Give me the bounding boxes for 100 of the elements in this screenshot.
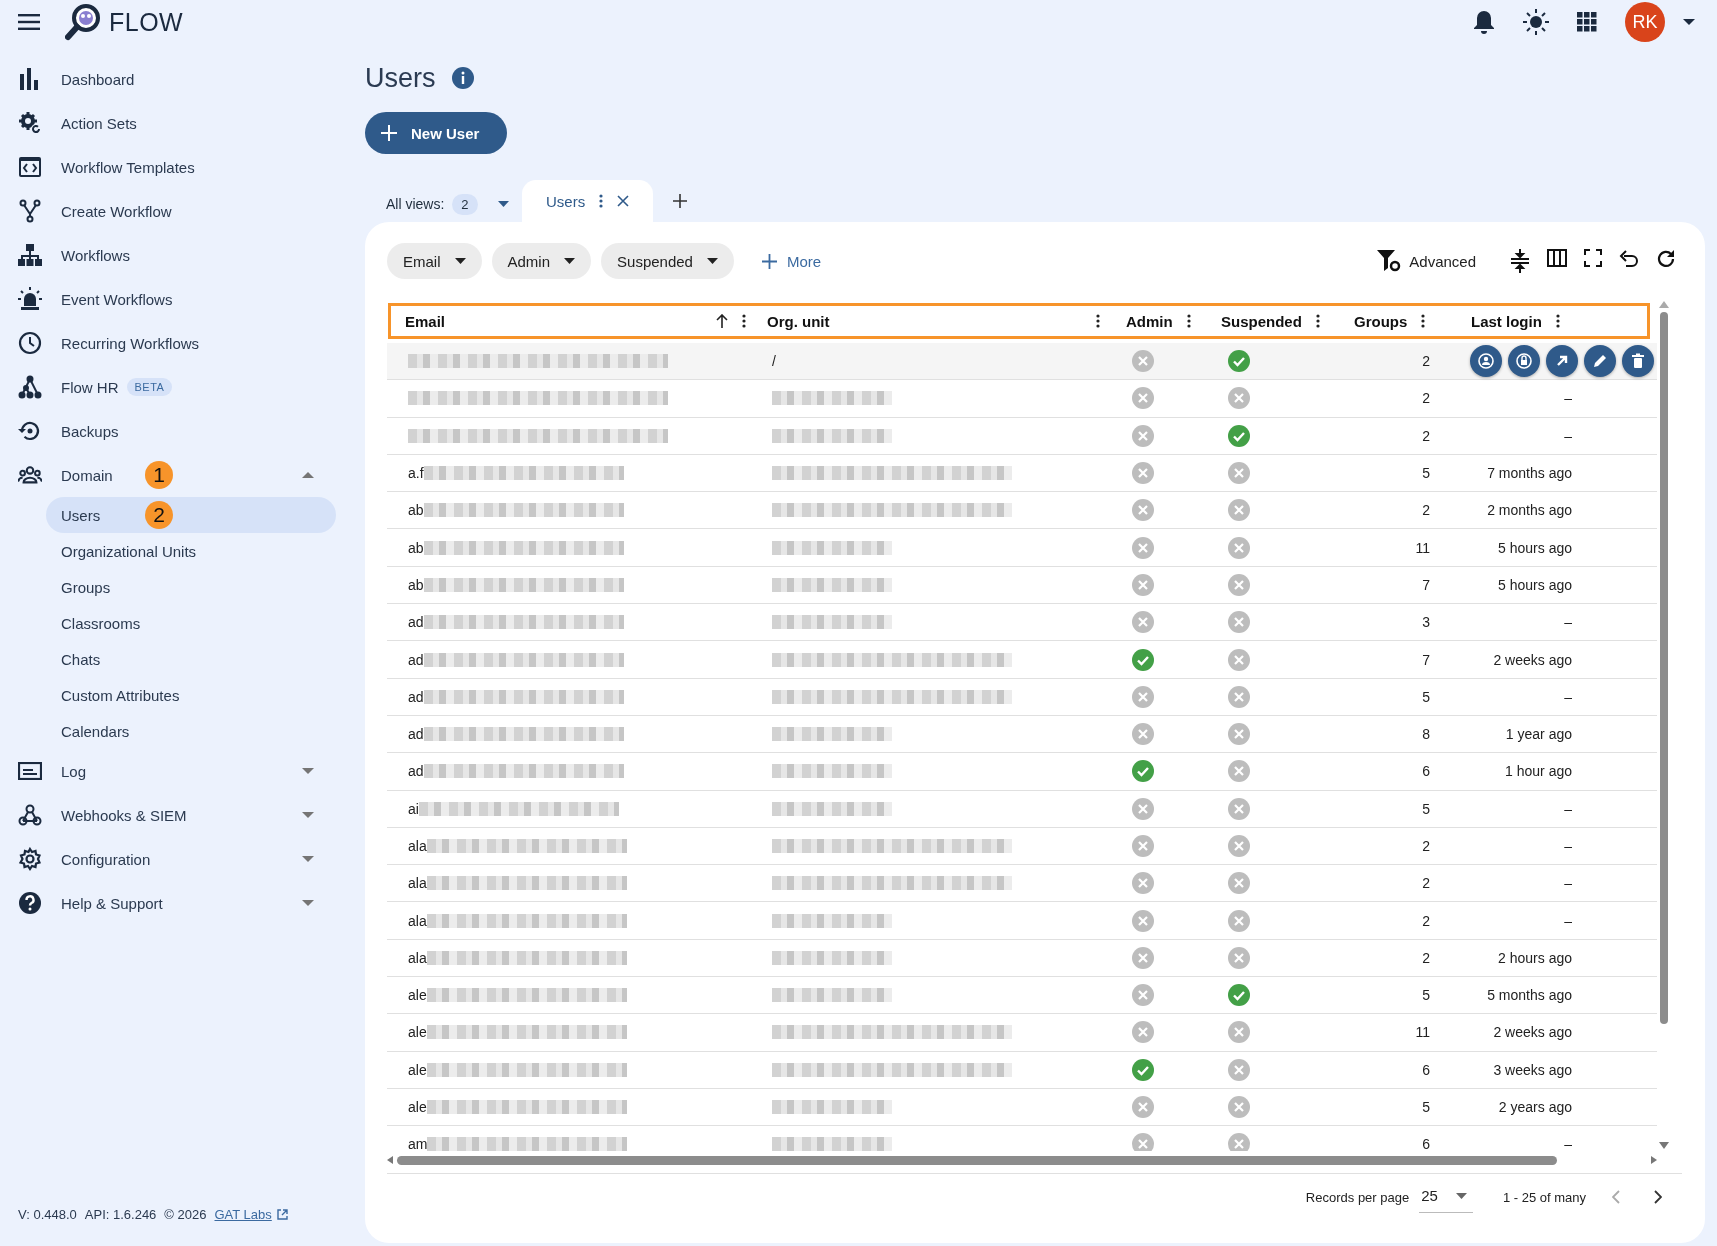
nav-item[interactable]: Workflows	[0, 233, 360, 277]
column-header[interactable]: Admin	[1126, 312, 1173, 330]
external-link-icon[interactable]	[276, 1209, 288, 1220]
nav-item[interactable]: Dashboard	[0, 57, 360, 101]
menu-icon[interactable]	[18, 14, 40, 30]
table-row[interactable]: / 2	[387, 343, 1657, 381]
scroll-left-icon[interactable]	[387, 1156, 393, 1164]
info-icon[interactable]	[451, 67, 474, 89]
caret-icon[interactable]	[497, 201, 509, 207]
vertical-scrollbar[interactable]	[1660, 312, 1668, 1024]
table-row[interactable]: ad 6 1 hour ago	[387, 753, 1657, 791]
column-menu-icon[interactable]	[1186, 314, 1191, 328]
nav-subitem[interactable]: Custom Attributes	[46, 677, 336, 713]
table-row[interactable]: ale 5 2 years ago	[387, 1088, 1657, 1127]
table-row[interactable]: ale 11 2 weeks ago	[387, 1014, 1657, 1052]
column-menu-icon[interactable]	[1421, 314, 1426, 328]
help-icon	[18, 891, 42, 915]
sun-icon[interactable]	[1523, 9, 1549, 35]
filter-chip[interactable]: Email	[387, 243, 482, 279]
filter-chip[interactable]: Admin	[491, 243, 592, 279]
nav-label: Chats	[61, 650, 101, 668]
table-row[interactable]: ad 3 –	[387, 604, 1657, 642]
delete-button[interactable]	[1622, 345, 1654, 378]
view-tab[interactable]: Users	[522, 180, 654, 222]
groups-count: 2	[1422, 427, 1430, 444]
nav-item[interactable]: Backups	[0, 409, 360, 453]
table-row[interactable]: ala 2 –	[387, 902, 1657, 940]
table-row[interactable]: ab 11 5 hours ago	[387, 529, 1657, 567]
tab-menu-icon[interactable]	[599, 194, 604, 208]
table-row[interactable]: ad 7 2 weeks ago	[387, 641, 1657, 679]
nav-item[interactable]: Workflow Templates	[0, 145, 360, 189]
close-icon[interactable]	[617, 195, 630, 207]
table-row[interactable]: ala 2 –	[387, 865, 1657, 903]
table-row[interactable]: ad 5 –	[387, 678, 1657, 716]
email-text: ale	[408, 987, 427, 1004]
advanced-filter-button[interactable]: Advanced	[1371, 249, 1482, 273]
email-text: ad	[408, 688, 424, 705]
next-page-icon[interactable]	[1654, 1190, 1662, 1204]
nav-item[interactable]: Recurring Workflows	[0, 321, 360, 365]
table-row[interactable]: ala 2 2 hours ago	[387, 939, 1657, 978]
table-row[interactable]: ai 5 –	[387, 790, 1657, 828]
table-row[interactable]: ale 6 3 weeks ago	[387, 1051, 1657, 1089]
sort-arrow-icon[interactable]	[716, 314, 728, 328]
horizontal-scrollbar[interactable]	[397, 1155, 1557, 1165]
nav-subitem[interactable]: Organizational Units	[46, 533, 336, 569]
scroll-right-icon[interactable]	[1651, 1156, 1657, 1164]
nav-item[interactable]: Event Workflows	[0, 277, 360, 321]
email-text: ale	[408, 1099, 427, 1116]
lock-reset-button[interactable]	[1508, 345, 1540, 378]
column-menu-icon[interactable]	[1315, 314, 1320, 328]
nav-subitem[interactable]: Groups	[46, 569, 336, 605]
table-row[interactable]: 2 –	[387, 380, 1657, 418]
table-row[interactable]: ad 8 1 year ago	[387, 715, 1657, 754]
table-row[interactable]: a.f 5 7 months ago	[387, 454, 1657, 493]
apps-grid-icon[interactable]	[1577, 12, 1597, 32]
table-row[interactable]: ab 7 5 hours ago	[387, 566, 1657, 605]
column-header[interactable]: Email	[405, 312, 702, 330]
user-sync-button[interactable]	[1470, 345, 1502, 378]
company-link[interactable]: GAT Labs	[214, 1207, 272, 1222]
table-row[interactable]: ale 5 5 months ago	[387, 977, 1657, 1015]
column-menu-icon[interactable]	[1555, 314, 1560, 328]
table-row[interactable]: 2 –	[387, 417, 1657, 455]
nav-subitem[interactable]: Classrooms	[46, 605, 336, 641]
columns-icon[interactable]	[1547, 249, 1567, 267]
nav-item[interactable]: Create Workflow	[0, 189, 360, 233]
nav-subitem[interactable]: Users 2	[46, 497, 336, 533]
page-size-select[interactable]: 25	[1419, 1181, 1473, 1213]
column-header[interactable]: Last login	[1471, 312, 1542, 330]
scroll-down-icon[interactable]	[1659, 1142, 1669, 1149]
more-filters-button[interactable]: More	[755, 251, 828, 271]
nav-item[interactable]: Domain 1	[0, 453, 360, 497]
row-density-icon[interactable]	[1510, 249, 1530, 273]
filter-chip[interactable]: Suspended	[601, 243, 734, 279]
add-tab-icon[interactable]	[673, 194, 688, 208]
nav-label: Create Workflow	[61, 202, 172, 220]
fullscreen-icon[interactable]	[1584, 249, 1602, 267]
column-header[interactable]: Groups	[1354, 312, 1408, 330]
refresh-icon[interactable]	[1656, 249, 1676, 269]
nav-subitem[interactable]: Calendars	[46, 713, 336, 749]
user-avatar[interactable]: RK	[1625, 2, 1665, 42]
column-header[interactable]: Suspended	[1221, 312, 1302, 330]
table-row[interactable]: ab 2 2 months ago	[387, 492, 1657, 530]
nav-item[interactable]: Help & Support	[0, 881, 360, 925]
nav-item[interactable]: Configuration	[0, 837, 360, 881]
gear-icon	[18, 111, 42, 135]
column-header[interactable]: Org. unit	[767, 312, 1056, 330]
bell-icon[interactable]	[1473, 10, 1495, 34]
table-row[interactable]: ala 2 –	[387, 827, 1657, 866]
nav-subitem[interactable]: Chats	[46, 641, 336, 677]
undo-icon[interactable]	[1619, 249, 1639, 269]
nav-item[interactable]: Webhooks & SIEM	[0, 793, 360, 837]
nav-item[interactable]: Action Sets	[0, 101, 360, 145]
column-menu-icon[interactable]	[1096, 314, 1100, 328]
new-user-button[interactable]: New User	[365, 112, 507, 154]
open-button[interactable]	[1546, 345, 1578, 378]
nav-item[interactable]: Log	[0, 749, 360, 793]
column-menu-icon[interactable]	[742, 314, 746, 328]
caret-icon[interactable]	[1683, 19, 1695, 25]
nav-item[interactable]: Flow HR BETA	[0, 365, 360, 409]
edit-button[interactable]	[1584, 345, 1616, 378]
